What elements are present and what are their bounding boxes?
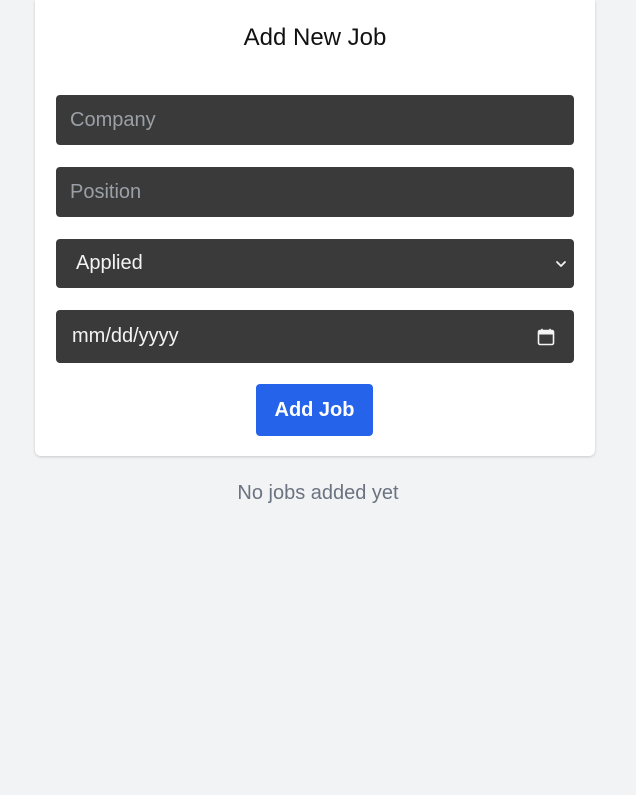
date-input[interactable]: mm/dd/yyyy [56,310,574,363]
add-job-card: Add New Job Company Position Applied mm/… [35,0,595,456]
company-placeholder: Company [70,108,156,131]
position-input[interactable]: Position [56,167,574,217]
status-select[interactable]: Applied [56,239,574,288]
empty-jobs-message: No jobs added yet [237,482,399,504]
add-job-button[interactable]: Add Job [256,384,373,436]
chevron-down-icon [556,260,566,267]
company-input[interactable]: Company [56,95,574,145]
date-placeholder: mm/dd/yyyy [72,325,179,347]
position-placeholder: Position [70,180,142,203]
status-selected-value: Applied [76,252,143,274]
calendar-icon[interactable] [537,328,555,346]
form-title: Add New Job [243,24,387,51]
